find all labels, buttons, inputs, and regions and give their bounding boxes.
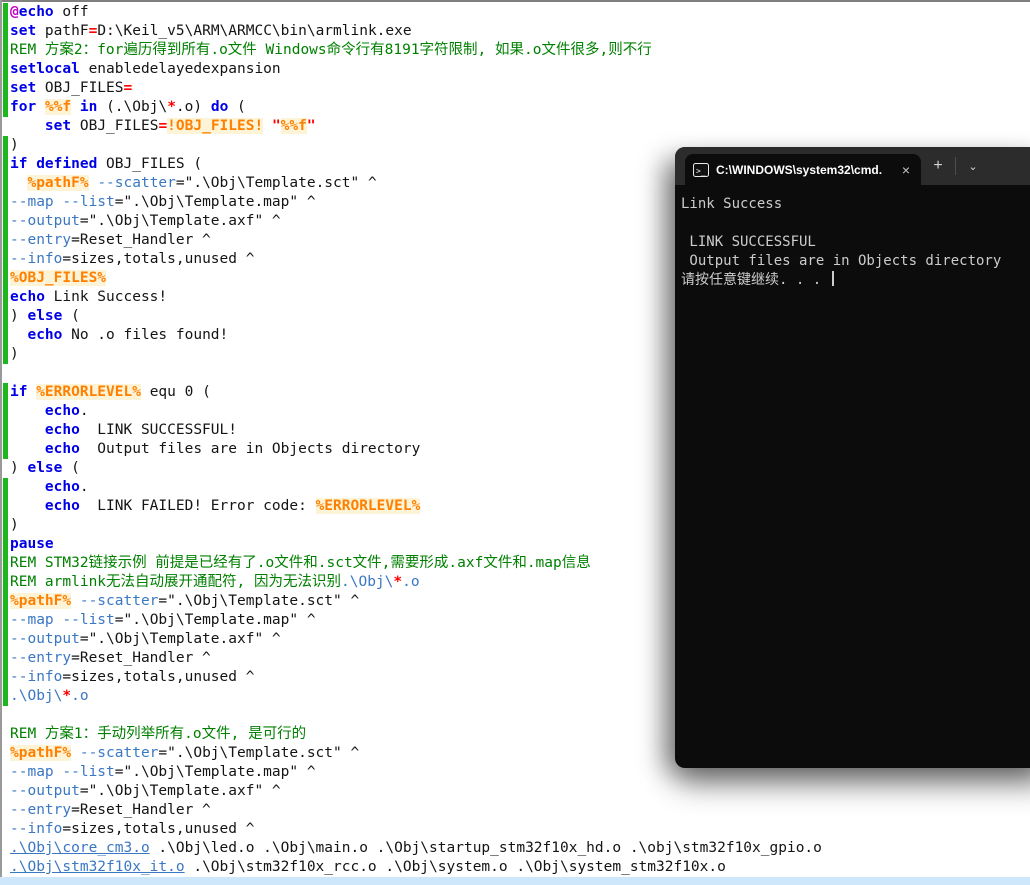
code-line: REM 方案2：for遍历得到所有.o文件 Windows命令行有8191字符限… [10,41,1030,60]
change-marker [3,136,8,364]
code-line: .\Obj\stm32f10x_it.o .\Obj\stm32f10x_rcc… [10,858,1030,877]
terminal-output[interactable]: Link Success LINK SUCCESSFUL Output file… [675,185,1030,290]
change-marker [3,478,8,706]
change-marker [3,383,8,459]
close-tab-button[interactable]: × [899,162,913,178]
terminal-cursor [832,271,834,286]
code-line: .\Obj\core_cm3.o .\Obj\led.o .\Obj\main.… [10,839,1030,858]
terminal-window[interactable]: >_ C:\WINDOWS\system32\cmd. × + ⌄ Link S… [675,147,1030,768]
tab-dropdown-button[interactable]: ⌄ [956,147,990,185]
terminal-tab-title: C:\WINDOWS\system32\cmd. [716,163,895,177]
terminal-line: 请按任意键继续. . . [681,271,1030,290]
code-line: @echo off [10,3,1030,22]
change-marker [3,3,8,117]
code-line: set OBJ_FILES=!OBJ_FILES! "%%f" [10,117,1030,136]
terminal-line: Output files are in Objects directory [681,252,1030,271]
terminal-tab[interactable]: >_ C:\WINDOWS\system32\cmd. × [685,154,921,185]
window-left-border [0,0,2,885]
code-line: --output=".\Obj\Template.axf" ^ [10,782,1030,801]
new-tab-button[interactable]: + [921,147,955,185]
code-line: set pathF=D:\Keil_v5\ARM\ARMCC\bin\armli… [10,22,1030,41]
terminal-line [681,214,1030,233]
caret-line-highlight [0,877,1030,885]
code-line: for %%f in (.\Obj\*.o) do ( [10,98,1030,117]
window-top-border [0,0,1030,2]
terminal-line: Link Success [681,195,1030,214]
terminal-line: LINK SUCCESSFUL [681,233,1030,252]
cmd-icon: >_ [693,163,709,177]
code-line: set OBJ_FILES= [10,79,1030,98]
code-line: setlocal enabledelayedexpansion [10,60,1030,79]
code-line: --info=sizes,totals,unused ^ [10,820,1030,839]
code-line: --entry=Reset_Handler ^ [10,801,1030,820]
svg-text:>_: >_ [696,166,706,175]
terminal-tab-bar: >_ C:\WINDOWS\system32\cmd. × + ⌄ [675,147,1030,185]
